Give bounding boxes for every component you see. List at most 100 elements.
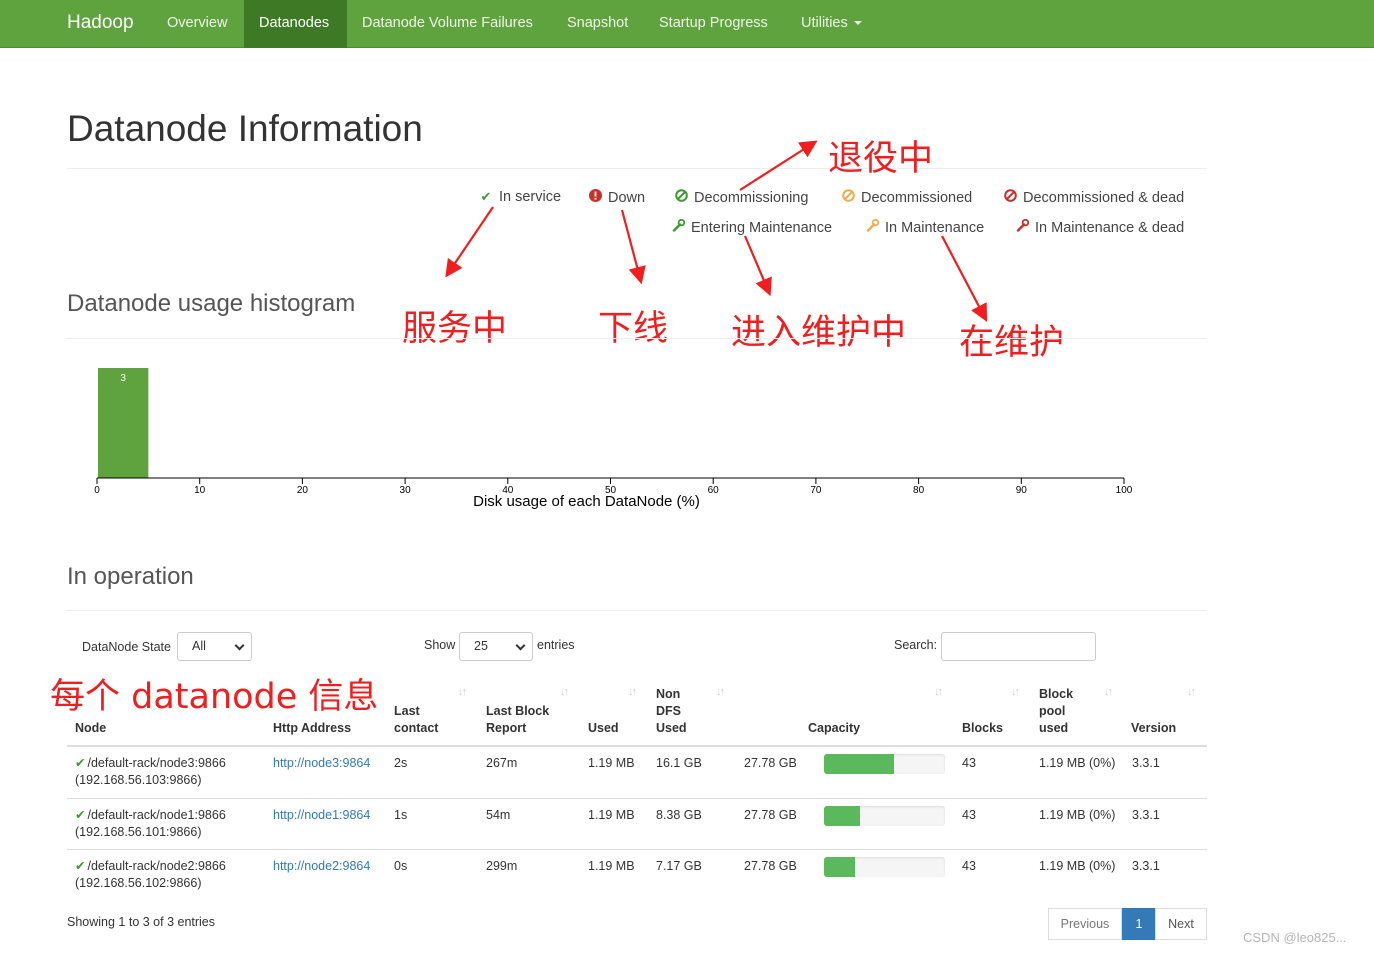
non-dfs-used: 8.38 GB bbox=[656, 808, 702, 822]
x-tick-label: 70 bbox=[810, 485, 822, 496]
operation-title: In operation bbox=[67, 563, 194, 590]
divider bbox=[67, 338, 1207, 339]
col-non-dfs-used[interactable]: Non DFS Used bbox=[656, 686, 687, 737]
chevron-down-icon bbox=[234, 640, 245, 651]
last-contact: 1s bbox=[394, 808, 408, 822]
page-size-value: 25 bbox=[474, 639, 488, 653]
entries-label: entries bbox=[537, 638, 575, 652]
histogram-title: Datanode usage histogram bbox=[67, 290, 356, 317]
previous-button[interactable]: Previous bbox=[1048, 908, 1122, 940]
node-cell: ✔/default-rack/node2:9866 (192.168.56.102… bbox=[75, 858, 226, 892]
annotation-decommissioning: 退役中 bbox=[828, 139, 934, 179]
sort-icon[interactable]: ↓↑ bbox=[458, 686, 467, 698]
x-axis-label: Disk usage of each DataNode (%) bbox=[473, 493, 700, 510]
capacity-bar bbox=[824, 806, 945, 826]
usage-histogram: 3 0 10 20 30 40 50 60 70 80 90 100 Disk usage of eac… bbox=[60, 355, 1150, 515]
col-used[interactable]: Used bbox=[588, 720, 619, 737]
annotation-table-note: 每个 datanode 信息 bbox=[50, 677, 379, 717]
http-address-link[interactable]: http://node3:9864 bbox=[273, 756, 370, 770]
node-ip: (192.168.56.103:9866) bbox=[75, 773, 202, 787]
arrow-in-maintenance bbox=[941, 235, 988, 322]
row-divider bbox=[67, 798, 1207, 799]
state-filter-select[interactable]: All bbox=[177, 632, 252, 661]
annotation-down: 下线 bbox=[598, 309, 669, 349]
capacity-bar bbox=[824, 754, 945, 774]
watermark: CSDN @leo825... bbox=[1243, 930, 1347, 945]
arrow-entering-maintenance bbox=[743, 235, 772, 297]
last-contact: 0s bbox=[394, 859, 408, 873]
sort-icon[interactable]: ↓↑ bbox=[1011, 686, 1020, 698]
non-dfs-used: 7.17 GB bbox=[656, 859, 702, 873]
col-block-pool-line3: used bbox=[1039, 721, 1069, 735]
sort-icon[interactable]: ↓↑ bbox=[628, 686, 637, 698]
block-pool-used: 1.19 MB (0%) bbox=[1039, 808, 1116, 822]
check-icon: ✔ bbox=[75, 808, 86, 822]
check-icon: ✔ bbox=[75, 756, 86, 770]
col-non-dfs-line2: DFS bbox=[656, 704, 681, 718]
col-block-pool-used[interactable]: Block pool used bbox=[1039, 686, 1073, 737]
search-label: Search: bbox=[894, 638, 938, 652]
sort-icon[interactable]: ↓↑ bbox=[934, 686, 943, 698]
state-filter-value: All bbox=[192, 639, 206, 653]
version: 3.3.1 bbox=[1132, 756, 1160, 770]
annotation-entering-maintenance: 进入维护中 bbox=[731, 313, 907, 353]
col-block-pool-line1: Block bbox=[1039, 687, 1074, 701]
col-last-contact-line1: Last bbox=[394, 704, 420, 718]
used: 1.19 MB bbox=[588, 756, 635, 770]
x-tick-label: 60 bbox=[708, 485, 720, 496]
check-icon: ✔ bbox=[75, 859, 86, 873]
page-size-select[interactable]: 25 bbox=[459, 632, 533, 661]
col-non-dfs-line3: Used bbox=[656, 721, 687, 735]
search-input[interactable] bbox=[941, 632, 1096, 661]
node-cell: ✔/default-rack/node1:9866 (192.168.56.101… bbox=[75, 807, 226, 841]
capacity-bar bbox=[824, 857, 945, 877]
annotation-in-service: 服务中 bbox=[402, 309, 508, 349]
col-version[interactable]: Version bbox=[1131, 720, 1176, 737]
x-tick-label: 30 bbox=[400, 485, 412, 496]
x-tick-label: 100 bbox=[1116, 485, 1133, 496]
divider bbox=[67, 610, 1207, 611]
x-tick-label: 80 bbox=[913, 485, 925, 496]
col-block-pool-line2: pool bbox=[1039, 704, 1066, 718]
arrow-in-service bbox=[445, 206, 494, 278]
http-address-link[interactable]: http://node2:9864 bbox=[273, 859, 370, 873]
col-capacity[interactable]: Capacity bbox=[808, 720, 860, 737]
sort-icon[interactable]: ↓↑ bbox=[1187, 686, 1196, 698]
sort-icon[interactable]: ↓↑ bbox=[716, 686, 725, 698]
col-http-address[interactable]: Http Address bbox=[273, 720, 351, 737]
node-name: /default-rack/node1:9866 bbox=[87, 808, 226, 822]
non-dfs-used: 16.1 GB bbox=[656, 756, 702, 770]
sort-icon[interactable]: ↓↑ bbox=[560, 686, 569, 698]
col-last-contact-line2: contact bbox=[394, 721, 439, 735]
col-blocks[interactable]: Blocks bbox=[962, 720, 1003, 737]
col-last-contact[interactable]: Last contact bbox=[394, 703, 438, 737]
node-ip: (192.168.56.101:9866) bbox=[75, 825, 202, 839]
x-tick-label: 0 bbox=[94, 485, 100, 496]
col-last-block-report[interactable]: Last Block Report bbox=[486, 703, 549, 737]
table-header-divider bbox=[67, 745, 1207, 747]
next-button[interactable]: Next bbox=[1155, 908, 1207, 940]
sort-icon[interactable]: ↓↑ bbox=[1104, 686, 1113, 698]
row-divider bbox=[67, 849, 1207, 850]
node-name: /default-rack/node2:9866 bbox=[87, 859, 226, 873]
histogram-svg: 30 10 20 30 40 50 60 70 80 90 100Disk usage of eac… bbox=[94, 368, 1133, 510]
block-pool-used: 1.19 MB (0%) bbox=[1039, 859, 1116, 873]
blocks: 43 bbox=[962, 808, 976, 822]
x-tick-label: 90 bbox=[1016, 485, 1028, 496]
table-info: Showing 1 to 3 of 3 entries bbox=[67, 915, 216, 929]
col-node[interactable]: Node bbox=[75, 720, 106, 737]
last-block-report: 299m bbox=[486, 859, 518, 873]
http-address-link[interactable]: http://node1:9864 bbox=[273, 808, 370, 822]
show-label: Show bbox=[424, 638, 456, 652]
last-block-report: 267m bbox=[486, 756, 518, 770]
last-contact: 2s bbox=[394, 756, 408, 770]
capacity: 27.78 GB bbox=[744, 859, 797, 873]
used: 1.19 MB bbox=[588, 808, 635, 822]
node-cell: ✔/default-rack/node3:9866 (192.168.56.103… bbox=[75, 755, 226, 789]
capacity: 27.78 GB bbox=[744, 808, 797, 822]
arrow-down bbox=[620, 209, 646, 285]
page-1-button[interactable]: 1 bbox=[1122, 908, 1156, 940]
last-block-report: 54m bbox=[486, 808, 511, 822]
blocks: 43 bbox=[962, 859, 976, 873]
col-non-dfs-line1: Non bbox=[656, 687, 681, 701]
